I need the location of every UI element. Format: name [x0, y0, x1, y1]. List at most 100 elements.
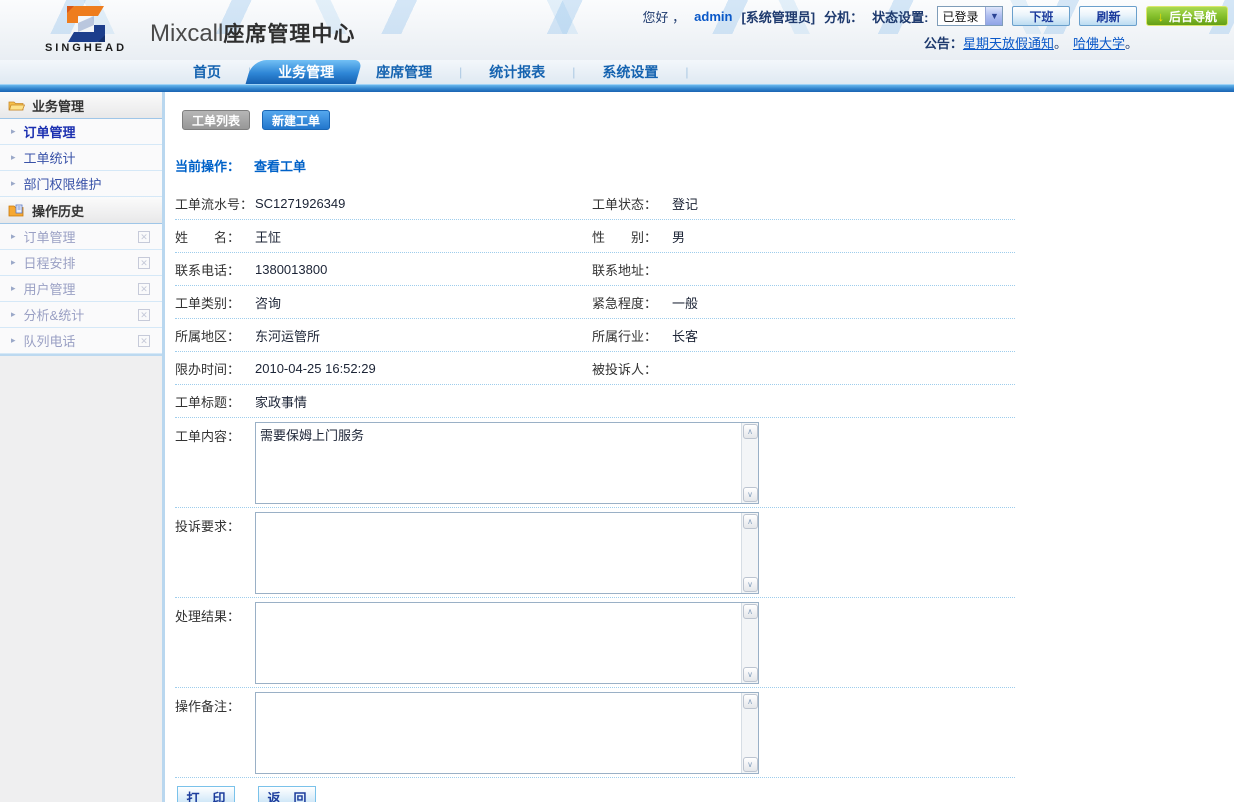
- serial-label: 工单流水号：: [175, 194, 255, 213]
- form-row-category-urgency: 工单类别： 咨询 紧急程度： 一般: [175, 286, 1015, 319]
- tab-business-management[interactable]: 业务管理: [257, 60, 355, 84]
- sidebar-item-queue-calls[interactable]: ▸ 队列电话 ✕: [0, 328, 162, 354]
- sidebar: 业务管理 ▸ 订单管理 ▸ 工单统计 ▸ 部门权限维护 操作历史 ▸: [0, 92, 165, 802]
- extension-label: 分机：: [824, 7, 863, 26]
- bullet-arrow-icon: ▸: [11, 126, 16, 137]
- region-label: 所属地区：: [175, 326, 255, 345]
- gender-value: 男: [672, 227, 1015, 246]
- remove-icon[interactable]: ✕: [138, 335, 150, 347]
- tab-system-settings[interactable]: 系统设置: [581, 60, 679, 84]
- remark-textarea[interactable]: [256, 693, 741, 773]
- nav-underline-bar: [0, 84, 1234, 92]
- chevron-down-icon[interactable]: ▼: [985, 7, 1002, 25]
- sidebar-item-schedule[interactable]: ▸ 日程安排 ✕: [0, 250, 162, 276]
- urgency-value: 一般: [672, 293, 1015, 312]
- status-setting-label: 状态设置:: [872, 7, 928, 26]
- content-textarea-wrap: 需要保姆上门服务 ∧ ∨: [255, 422, 759, 504]
- status-label: 工单状态：: [592, 194, 672, 213]
- form-row-deadline-complained: 限办时间： 2010-04-25 16:52:29 被投诉人：: [175, 352, 1015, 385]
- sidebar-group-title: 业务管理: [32, 96, 84, 115]
- scroll-up-icon[interactable]: ∧: [743, 514, 758, 529]
- industry-value: 长客: [672, 326, 1015, 345]
- off-duty-button[interactable]: 下班: [1012, 6, 1070, 26]
- main-nav: 首页 | 业务管理 座席管理 | 统计报表 | 系统设置 |: [0, 60, 1234, 84]
- form-row-name-gender: 姓 名： 王怔 性 别： 男: [175, 220, 1015, 253]
- category-label: 工单类别：: [175, 293, 255, 312]
- bullet-arrow-icon: ▸: [11, 309, 16, 320]
- announcement-link-2[interactable]: 哈佛大学: [1073, 33, 1125, 52]
- complained-label: 被投诉人：: [592, 359, 672, 378]
- status-select-value: 已登录: [938, 8, 985, 25]
- result-textarea[interactable]: [256, 603, 741, 683]
- sidebar-item-ticket-statistics[interactable]: ▸ 工单统计: [0, 145, 162, 171]
- ticket-toolbar: 工单列表 新建工单: [182, 110, 1234, 130]
- sidebar-item-order-management[interactable]: ▸ 订单管理: [0, 119, 162, 145]
- name-value: 王怔: [255, 227, 592, 246]
- sidebar-item-analysis-statistics[interactable]: ▸ 分析&统计 ✕: [0, 302, 162, 328]
- app-title-cn: 座席管理中心: [223, 23, 355, 46]
- category-value: 咨询: [255, 293, 592, 312]
- ticket-title-label: 工单标题：: [175, 392, 255, 411]
- sidebar-item-label: 日程安排: [24, 253, 76, 272]
- sidebar-filler: [0, 356, 162, 802]
- tab-statistics-report[interactable]: 统计报表: [468, 60, 566, 84]
- status-select[interactable]: 已登录 ▼: [937, 6, 1003, 26]
- announcement-label: 公告：: [924, 33, 963, 52]
- content-label: 工单内容：: [175, 422, 255, 507]
- scroll-down-icon[interactable]: ∨: [743, 667, 758, 682]
- user-role: [系统管理员]: [741, 7, 815, 26]
- new-ticket-button[interactable]: 新建工单: [262, 110, 330, 130]
- backend-nav-button[interactable]: ↓ 后台导航: [1146, 6, 1228, 26]
- scrollbar[interactable]: ∧ ∨: [741, 693, 758, 773]
- refresh-button[interactable]: 刷新: [1079, 6, 1137, 26]
- sidebar-item-user-management[interactable]: ▸ 用户管理 ✕: [0, 276, 162, 302]
- sidebar-group-business[interactable]: 业务管理: [0, 92, 162, 119]
- print-button[interactable]: 打 印: [177, 786, 235, 802]
- page-header: SINGHEAD Mixcall座席管理中心 您好 ， admin [系统管理员…: [0, 0, 1234, 60]
- sidebar-item-label: 分析&统计: [24, 305, 85, 324]
- scroll-up-icon[interactable]: ∧: [743, 424, 758, 439]
- back-button[interactable]: 返 回: [258, 786, 316, 802]
- scroll-down-icon[interactable]: ∨: [743, 757, 758, 772]
- form-row-serial-status: 工单流水号： SC1271926349 工单状态： 登记: [175, 187, 1015, 220]
- company-name: SINGHEAD: [28, 42, 144, 54]
- scrollbar[interactable]: ∧ ∨: [741, 603, 758, 683]
- form-row-complaint-req: 投诉要求： ∧ ∨: [175, 508, 1015, 598]
- content-textarea[interactable]: 需要保姆上门服务: [256, 423, 741, 503]
- username: admin: [694, 9, 732, 24]
- sidebar-item-order-management-history[interactable]: ▸ 订单管理 ✕: [0, 224, 162, 250]
- remove-icon[interactable]: ✕: [138, 309, 150, 321]
- remove-icon[interactable]: ✕: [138, 283, 150, 295]
- sidebar-item-department-permissions[interactable]: ▸ 部门权限维护: [0, 171, 162, 197]
- ticket-form: 工单流水号： SC1271926349 工单状态： 登记 姓 名： 王怔 性 别…: [175, 187, 1015, 778]
- tab-agent-management[interactable]: 座席管理: [355, 60, 453, 84]
- scroll-up-icon[interactable]: ∧: [743, 604, 758, 619]
- scroll-down-icon[interactable]: ∨: [743, 577, 758, 592]
- industry-label: 所属行业：: [592, 326, 672, 345]
- scrollbar[interactable]: ∧ ∨: [741, 513, 758, 593]
- form-row-region-industry: 所属地区： 东河运管所 所属行业： 长客: [175, 319, 1015, 352]
- scroll-up-icon[interactable]: ∧: [743, 694, 758, 709]
- bullet-arrow-icon: ▸: [11, 152, 16, 163]
- sidebar-item-label: 订单管理: [24, 227, 76, 246]
- scroll-down-icon[interactable]: ∨: [743, 487, 758, 502]
- announcement-link-1[interactable]: 星期天放假通知: [963, 33, 1054, 52]
- bullet-arrow-icon: ▸: [11, 335, 16, 346]
- deadline-value: 2010-04-25 16:52:29: [255, 361, 592, 376]
- complaint-req-textarea[interactable]: [256, 513, 741, 593]
- download-arrow-icon: ↓: [1157, 9, 1164, 24]
- name-label: 姓 名：: [175, 227, 255, 246]
- tab-home[interactable]: 首页: [172, 60, 242, 84]
- remove-icon[interactable]: ✕: [138, 257, 150, 269]
- sidebar-history-list: ▸ 订单管理 ✕ ▸ 日程安排 ✕ ▸ 用户管理 ✕ ▸ 分析&统计 ✕ ▸ 队: [0, 224, 162, 356]
- tab-divider: |: [459, 60, 462, 84]
- urgency-label: 紧急程度：: [592, 293, 672, 312]
- bullet-arrow-icon: ▸: [11, 283, 16, 294]
- current-operation-label: 当前操作：: [175, 156, 240, 175]
- remove-icon[interactable]: ✕: [138, 231, 150, 243]
- sidebar-group-history[interactable]: 操作历史: [0, 197, 162, 224]
- ticket-list-button[interactable]: 工单列表: [182, 110, 250, 130]
- folder-open-icon: [8, 99, 25, 112]
- sidebar-item-label: 队列电话: [24, 331, 76, 350]
- scrollbar[interactable]: ∧ ∨: [741, 423, 758, 503]
